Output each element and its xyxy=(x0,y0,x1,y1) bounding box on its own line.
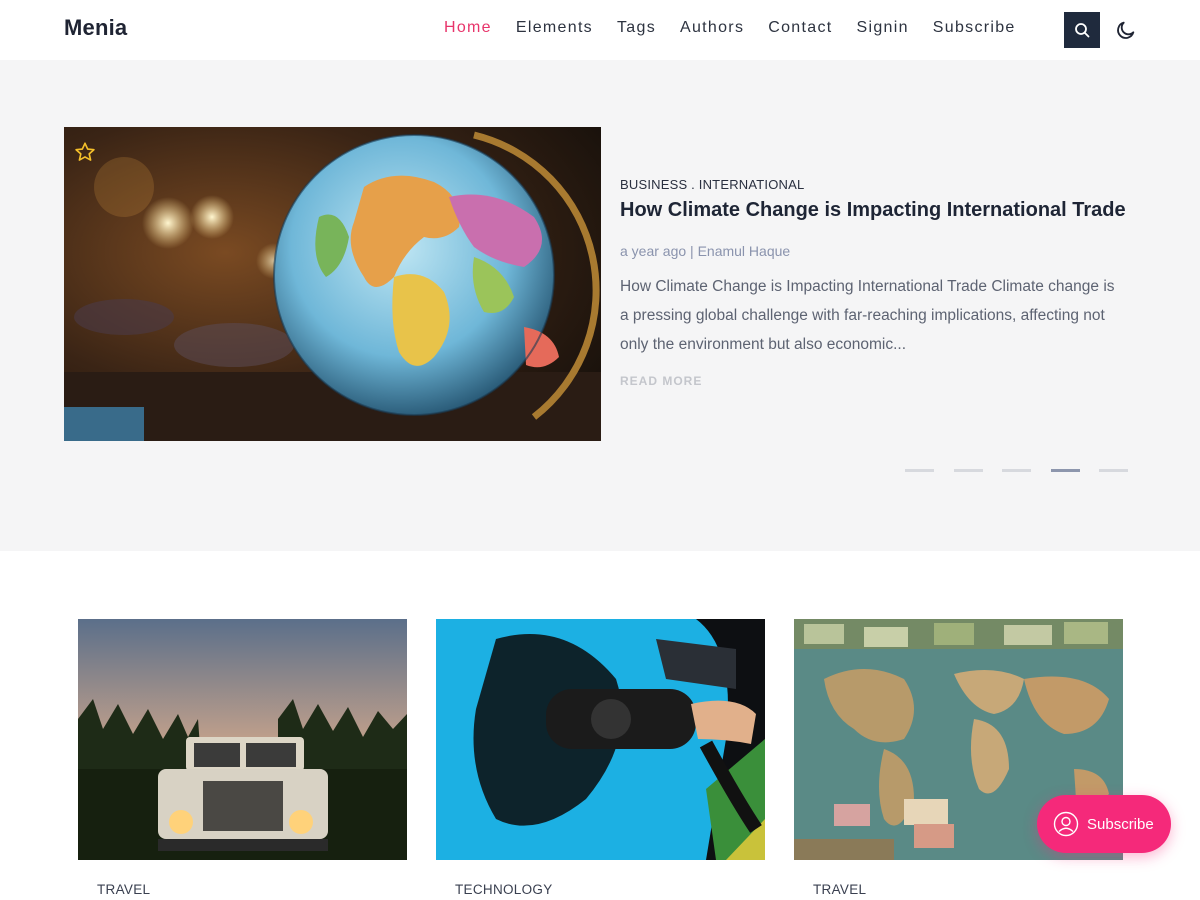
site-logo[interactable]: Menia xyxy=(64,15,127,41)
star-icon xyxy=(74,141,96,168)
nav-home[interactable]: Home xyxy=(444,19,492,37)
nav-tags[interactable]: Tags xyxy=(617,19,656,37)
slider-dot-5[interactable] xyxy=(1099,469,1128,472)
post-card-image-car[interactable] xyxy=(78,619,407,860)
slider-dot-1[interactable] xyxy=(905,469,934,472)
site-header: Menia Home Elements Tags Authors Contact… xyxy=(0,0,1200,60)
hero-image-globe[interactable] xyxy=(64,127,601,441)
post-card-image-ev-charger[interactable] xyxy=(436,619,765,860)
nav-contact[interactable]: Contact xyxy=(768,19,832,37)
hero-slider: BUSINESS . INTERNATIONAL How Climate Cha… xyxy=(0,60,1200,551)
theme-toggle-button[interactable] xyxy=(1112,15,1140,45)
read-more-link[interactable]: READ MORE xyxy=(620,374,702,388)
post-meta: a year ago | Enamul Haque xyxy=(620,243,791,259)
floating-subscribe-label: Subscribe xyxy=(1087,815,1154,833)
post-card-category[interactable]: TRAVEL xyxy=(813,882,1123,897)
nav-authors[interactable]: Authors xyxy=(680,19,744,37)
slider-pagination xyxy=(905,469,1148,472)
main-nav: Home Elements Tags Authors Contact Signi… xyxy=(444,19,1040,37)
post-title[interactable]: How Climate Change is Impacting Internat… xyxy=(620,199,1140,222)
slider-dot-2[interactable] xyxy=(953,469,983,472)
floating-subscribe-button[interactable]: Subscribe xyxy=(1037,795,1171,853)
post-excerpt: How Climate Change is Impacting Internat… xyxy=(620,278,1115,353)
post-card[interactable]: TRAVEL xyxy=(78,619,407,897)
post-categories[interactable]: BUSINESS . INTERNATIONAL xyxy=(620,177,804,192)
search-button[interactable] xyxy=(1064,12,1100,48)
moon-icon xyxy=(1117,21,1135,39)
nav-signin[interactable]: Signin xyxy=(857,19,909,37)
user-icon xyxy=(1053,811,1079,837)
post-card-category[interactable]: TRAVEL xyxy=(97,882,407,897)
post-card[interactable]: TRAVEL xyxy=(794,619,1123,897)
nav-elements[interactable]: Elements xyxy=(516,19,593,37)
post-card-category[interactable]: TECHNOLOGY xyxy=(455,882,765,897)
search-icon xyxy=(1075,23,1090,38)
nav-subscribe[interactable]: Subscribe xyxy=(933,19,1016,37)
slider-dot-3[interactable] xyxy=(1002,469,1031,472)
post-card[interactable]: TECHNOLOGY xyxy=(436,619,765,897)
slider-dot-4[interactable] xyxy=(1050,469,1080,472)
